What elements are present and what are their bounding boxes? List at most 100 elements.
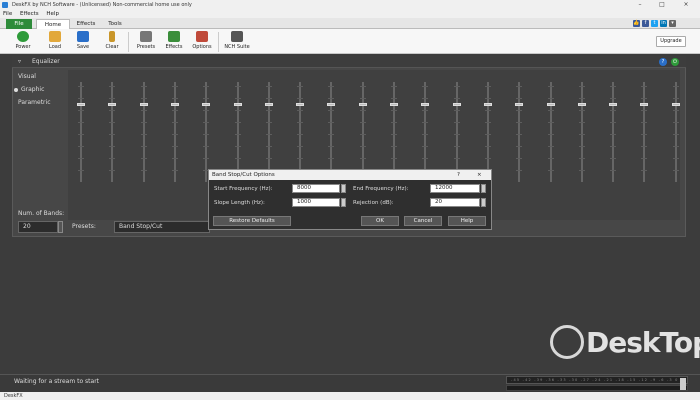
presets-button[interactable]: Presets	[132, 31, 160, 53]
upgrade-button[interactable]: Upgrade	[656, 36, 686, 47]
band-slider-track[interactable]	[236, 82, 239, 182]
band-slider-track[interactable]	[424, 82, 427, 182]
restore-defaults-button[interactable]: Restore Defaults	[213, 216, 291, 226]
thumbs-up-icon[interactable]: 👍	[633, 20, 640, 27]
band-slider-thumb[interactable]	[264, 103, 273, 106]
num-bands-spin-icon[interactable]	[58, 221, 63, 233]
menu-help[interactable]: Help	[46, 10, 59, 18]
ok-button[interactable]: OK	[361, 216, 399, 226]
tab-file[interactable]: File	[6, 19, 32, 29]
band-slider-tick	[641, 122, 648, 123]
band-slider-tick	[109, 122, 116, 123]
close-button[interactable]: ×	[676, 0, 696, 10]
band-slider-thumb[interactable]	[233, 103, 242, 106]
mode-graphic[interactable]: Graphic	[14, 86, 44, 93]
mode-visual[interactable]: Visual	[18, 73, 36, 80]
dialog-close-icon[interactable]: ×	[477, 170, 482, 180]
desktop-logo-icon	[550, 325, 584, 359]
linkedin-icon[interactable]: in	[660, 20, 667, 27]
mode-parametric[interactable]: Parametric	[18, 99, 51, 106]
slope-length-spin-icon[interactable]	[341, 198, 346, 207]
power-icon	[17, 31, 29, 42]
band-slider-track[interactable]	[330, 82, 333, 182]
band-slider-thumb[interactable]	[202, 103, 211, 106]
band-slider-track[interactable]	[267, 82, 270, 182]
band-slider-track[interactable]	[142, 82, 145, 182]
help-icon[interactable]: ▾	[669, 20, 676, 27]
band-slider-track[interactable]	[580, 82, 583, 182]
band-slider-tick	[453, 122, 460, 123]
cancel-button[interactable]: Cancel	[404, 216, 442, 226]
band-slider-thumb[interactable]	[358, 103, 367, 106]
band-slider-tick	[203, 86, 210, 87]
band-slider-track[interactable]	[674, 82, 677, 182]
start-frequency-input[interactable]: 8000	[292, 184, 340, 193]
band-slider-thumb[interactable]	[108, 103, 117, 106]
band-slider-tick	[484, 158, 491, 159]
band-slider-thumb[interactable]	[577, 103, 586, 106]
collapse-chevron-icon[interactable]: ▿	[18, 58, 21, 65]
tab-tools[interactable]: Tools	[102, 19, 128, 29]
band-slider-thumb[interactable]	[327, 103, 336, 106]
band-slider-thumb[interactable]	[515, 103, 524, 106]
minimize-button[interactable]: –	[630, 0, 650, 10]
equalizer-header: ▿ Equalizer ? ⏻	[12, 56, 686, 68]
options-button[interactable]: Options	[188, 31, 216, 53]
band-slider-track[interactable]	[393, 82, 395, 182]
facebook-icon[interactable]: f	[642, 20, 649, 27]
end-frequency-spin-icon[interactable]	[481, 184, 486, 193]
band-slider-tick	[610, 146, 617, 147]
preset-select[interactable]: Band Stop/Cut	[114, 221, 210, 233]
band-slider-tick	[265, 146, 272, 147]
num-bands-stepper[interactable]: 20	[18, 221, 58, 233]
rejection-input[interactable]: 20	[430, 198, 480, 207]
band-slider-thumb[interactable]	[139, 103, 148, 106]
end-frequency-input[interactable]: 12000	[430, 184, 480, 193]
band-slider-thumb[interactable]	[77, 103, 85, 106]
band-slider-track[interactable]	[80, 82, 82, 182]
band-slider-track[interactable]	[486, 82, 489, 182]
band-slider-track[interactable]	[173, 82, 176, 182]
start-frequency-spin-icon[interactable]	[341, 184, 346, 193]
band-slider-track[interactable]	[643, 82, 646, 182]
band-slider-thumb[interactable]	[452, 103, 461, 106]
rejection-spin-icon[interactable]	[481, 198, 486, 207]
menu-file[interactable]: File	[3, 10, 12, 18]
band-slider-track[interactable]	[455, 82, 458, 182]
maximize-button[interactable]: □	[652, 0, 672, 10]
eq-help-icon[interactable]: ?	[659, 58, 667, 66]
band-slider-track[interactable]	[205, 82, 208, 182]
tab-effects[interactable]: Effects	[72, 19, 100, 29]
load-button[interactable]: Load	[42, 31, 68, 53]
save-button[interactable]: Save	[70, 31, 96, 53]
slope-length-input[interactable]: 1000	[292, 198, 340, 207]
band-slider-thumb[interactable]	[483, 103, 492, 106]
band-slider-track[interactable]	[111, 82, 114, 182]
help-button[interactable]: Help	[448, 216, 486, 226]
band-slider-thumb[interactable]	[546, 103, 555, 106]
band-slider-tick	[516, 134, 523, 135]
clear-button[interactable]: Clear	[99, 31, 125, 53]
nch-suite-button[interactable]: NCH Suite	[222, 31, 252, 53]
twitter-icon[interactable]: t	[651, 20, 658, 27]
band-slider-track[interactable]	[518, 82, 521, 182]
band-slider-thumb[interactable]	[421, 103, 430, 106]
band-slider-track[interactable]	[361, 82, 364, 182]
band-slider-thumb[interactable]	[170, 103, 179, 106]
folder-open-icon	[49, 31, 61, 42]
band-slider-track[interactable]	[299, 82, 302, 182]
band-slider-thumb[interactable]	[296, 103, 305, 106]
band-slider-track[interactable]	[549, 82, 552, 182]
band-slider-thumb[interactable]	[609, 103, 618, 106]
effects-button[interactable]: Effects	[160, 31, 188, 53]
meter-handle-icon[interactable]	[680, 378, 686, 390]
band-slider-track[interactable]	[612, 82, 615, 182]
band-slider-thumb[interactable]	[390, 103, 398, 106]
band-slider-thumb[interactable]	[671, 103, 680, 106]
eq-power-icon[interactable]: ⏻	[671, 58, 679, 66]
dialog-help-icon[interactable]: ?	[457, 170, 460, 180]
power-button[interactable]: Power	[10, 31, 36, 53]
band-slider-thumb[interactable]	[640, 103, 649, 106]
tab-home[interactable]: Home	[36, 19, 70, 29]
menu-effects[interactable]: Effects	[20, 10, 39, 18]
